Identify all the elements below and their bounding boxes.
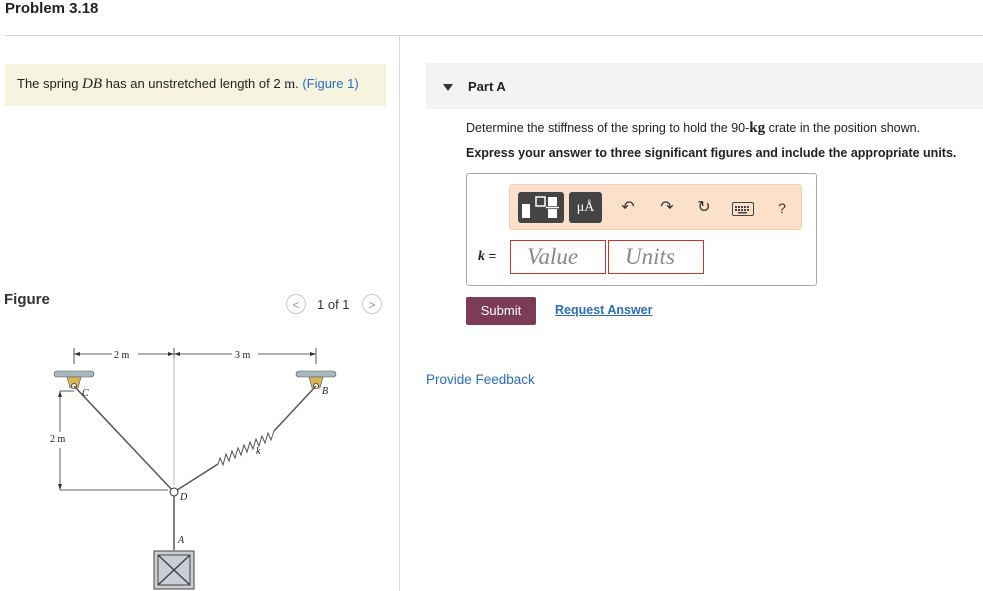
figure-next-button[interactable]: > [362, 294, 382, 314]
figure-link[interactable]: (Figure 1) [302, 76, 358, 91]
collapse-triangle-icon[interactable] [443, 84, 453, 91]
dim-left-label: 2 m [114, 350, 130, 361]
spring-name: DB [82, 76, 103, 92]
chevron-left-icon: < [292, 298, 300, 312]
dim-right-label: 3 m [235, 350, 251, 361]
answer-variable-label: k = [478, 248, 496, 265]
provide-feedback-link[interactable]: Provide Feedback [426, 372, 535, 387]
header-divider [5, 35, 983, 36]
chevron-right-icon: > [368, 298, 376, 312]
ring-d [169, 487, 179, 497]
redo-icon[interactable]: ↷ [657, 198, 677, 218]
spring-coil [217, 430, 275, 467]
keyboard-icon[interactable] [732, 202, 754, 216]
fraction-template-icon[interactable] [518, 192, 564, 223]
point-a-label: A [177, 535, 185, 546]
problem-statement: The spring DB has an unstretched length … [5, 64, 386, 106]
dimension-lines [59, 348, 317, 491]
units-input[interactable]: Units [608, 240, 704, 274]
units-button[interactable]: μÅ [569, 192, 602, 223]
question-text: Determine the stiffness of the spring to… [466, 120, 920, 137]
support-c [53, 370, 95, 389]
question-post: crate in the position shown. [765, 121, 921, 135]
column-divider [399, 36, 400, 591]
figure-diagram: 2 m 3 m 2 m C B D A k [50, 348, 337, 590]
figure-pager-label: 1 of 1 [317, 297, 350, 312]
submit-button[interactable]: Submit [466, 297, 536, 325]
equals-sign: = [485, 248, 497, 263]
crate [153, 550, 195, 590]
point-b-label: B [322, 386, 328, 397]
undo-icon[interactable]: ↶ [618, 198, 638, 218]
part-a-header[interactable] [426, 63, 983, 109]
statement-text: The spring DB has an unstretched length … [17, 76, 359, 93]
cable-cd [73, 385, 175, 493]
point-d-label: D [179, 492, 188, 503]
answer-instruction: Express your answer to three significant… [466, 146, 957, 160]
request-answer-link[interactable]: Request Answer [555, 303, 652, 317]
statement-middle: has an unstretched length of 2 [102, 76, 285, 91]
figure-heading: Figure [4, 291, 50, 308]
mass-unit: kg [749, 120, 766, 136]
length-unit: m [284, 77, 296, 92]
statement-prefix: The spring [17, 76, 83, 91]
point-c-label: C [82, 388, 89, 399]
support-b [295, 370, 337, 389]
variable-k: k [478, 249, 485, 264]
spring-upper-segment [273, 385, 317, 432]
problem-title: Problem 3.18 [5, 0, 99, 17]
spring-lower-segment [173, 463, 219, 493]
help-button[interactable]: ? [772, 198, 792, 218]
dimension-arrows [58, 352, 316, 490]
reset-icon[interactable]: ↻ [694, 198, 714, 218]
spring-k-label: k [256, 446, 261, 457]
value-input[interactable]: Value [510, 240, 606, 274]
question-pre: Determine the stiffness of the spring to… [466, 121, 750, 135]
figure-prev-button[interactable]: < [286, 294, 306, 314]
part-a-label: Part A [468, 79, 506, 94]
dim-vertical-label: 2 m [50, 434, 66, 445]
